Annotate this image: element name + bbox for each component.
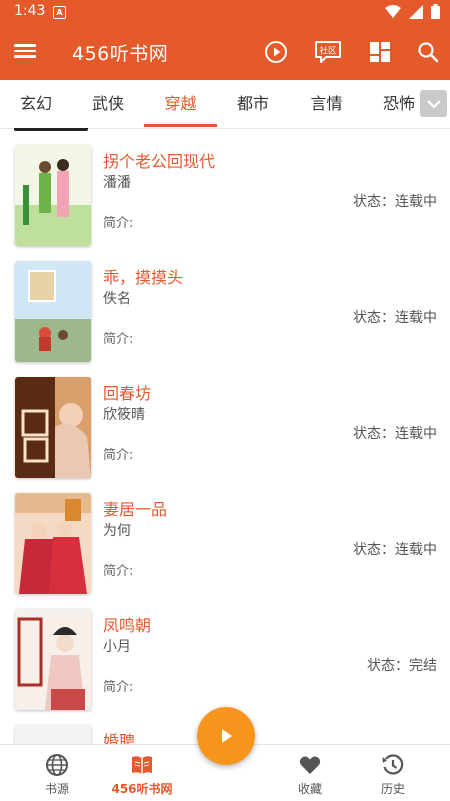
nav-sources-label: 书源 [44, 782, 69, 796]
tab-chuanyue[interactable]: 穿越 [144, 80, 217, 128]
nav-sources[interactable]: 书源 [12, 745, 102, 801]
category-tabs: 玄幻 武侠 穿越 都市 言情 恐怖 [0, 80, 450, 129]
nav-home-label: 456听书网 [111, 782, 173, 796]
book-item[interactable]: 妻居一品 为何 状态：连载中 简介: [0, 476, 450, 594]
book-item[interactable]: 凤鸣朝 小月 状态：完结 简介: [0, 592, 450, 710]
chevron-down-icon[interactable] [420, 90, 447, 117]
book-list: 拐个老公回现代 潘潘 状态：连载中 简介: 乖，摸摸头 佚名 状态：连载中 简介… [0, 128, 450, 744]
book-cover [15, 609, 91, 710]
nav-history-label: 历史 [380, 782, 405, 796]
heart-icon [299, 756, 321, 774]
status-bar: 1:43 A [0, 0, 450, 24]
tab-xuanhuan[interactable]: 玄幻 [0, 80, 72, 128]
book-intro-label: 简介: [103, 680, 134, 695]
book-status: 状态：连载中 [353, 426, 437, 442]
book-intro-label: 简介: [103, 216, 134, 231]
active-tab-indicator [144, 124, 217, 127]
search-icon[interactable] [414, 38, 442, 66]
book-status: 状态：完结 [367, 658, 437, 674]
book-item[interactable]: 拐个老公回现代 潘潘 状态：连载中 简介: [0, 128, 450, 246]
app-bar: 456听书网 社区 [0, 24, 450, 80]
status-time: 1:43 [14, 3, 46, 19]
community-label: 社区 [319, 46, 337, 57]
book-status: 状态：连载中 [353, 194, 437, 210]
nav-favorites[interactable]: 收藏 [265, 745, 355, 801]
play-button[interactable] [197, 707, 255, 765]
nav-history[interactable]: 历史 [348, 745, 438, 801]
book-item[interactable]: 乖，摸摸头 佚名 状态：连载中 简介: [0, 244, 450, 362]
globe-icon [46, 754, 68, 776]
tab-wuxia[interactable]: 武侠 [72, 80, 144, 128]
book-title: 凤鸣朝 [103, 616, 152, 635]
play-circle-icon[interactable] [262, 38, 290, 66]
book-intro-label: 简介: [103, 448, 134, 463]
nav-favorites-label: 收藏 [297, 782, 322, 796]
book-cover [15, 725, 91, 744]
book-cover [15, 377, 91, 478]
book-title: 婚聘 [103, 732, 136, 744]
history-icon [382, 754, 404, 775]
tab-dushi[interactable]: 都市 [217, 80, 289, 128]
book-author: 潘潘 [103, 175, 131, 191]
play-icon [222, 729, 232, 743]
book-intro-label: 简介: [103, 564, 134, 579]
book-cover [15, 261, 91, 362]
book-author: 小月 [103, 639, 131, 655]
notification-icon: A [53, 6, 66, 19]
book-title: 回春坊 [103, 384, 152, 403]
menu-icon[interactable] [14, 41, 36, 63]
dashboard-icon[interactable] [366, 38, 394, 66]
book-title: 拐个老公回现代 [103, 152, 216, 171]
community-button[interactable]: 社区 [313, 38, 343, 66]
book-author: 为何 [103, 523, 131, 539]
status-icons [385, 4, 440, 19]
battery-icon [431, 4, 440, 19]
book-title: 妻居一品 [103, 500, 168, 519]
nav-home[interactable]: 456听书网 [97, 745, 187, 801]
book-status: 状态：连载中 [353, 310, 437, 326]
book-author: 佚名 [103, 291, 131, 307]
book-intro-label: 简介: [103, 332, 134, 347]
book-icon [132, 756, 152, 774]
book-author: 欣筱晴 [103, 407, 145, 423]
book-cover [15, 493, 91, 594]
wifi-icon [385, 4, 401, 18]
signal-icon [409, 4, 423, 19]
tab-yanqing[interactable]: 言情 [289, 80, 364, 128]
book-title: 乖，摸摸头 [103, 268, 184, 287]
book-status: 状态：连载中 [353, 542, 437, 558]
app-title: 456听书网 [72, 43, 169, 65]
book-item[interactable]: 回春坊 欣筱晴 状态：连载中 简介: [0, 360, 450, 478]
book-cover [15, 145, 91, 246]
